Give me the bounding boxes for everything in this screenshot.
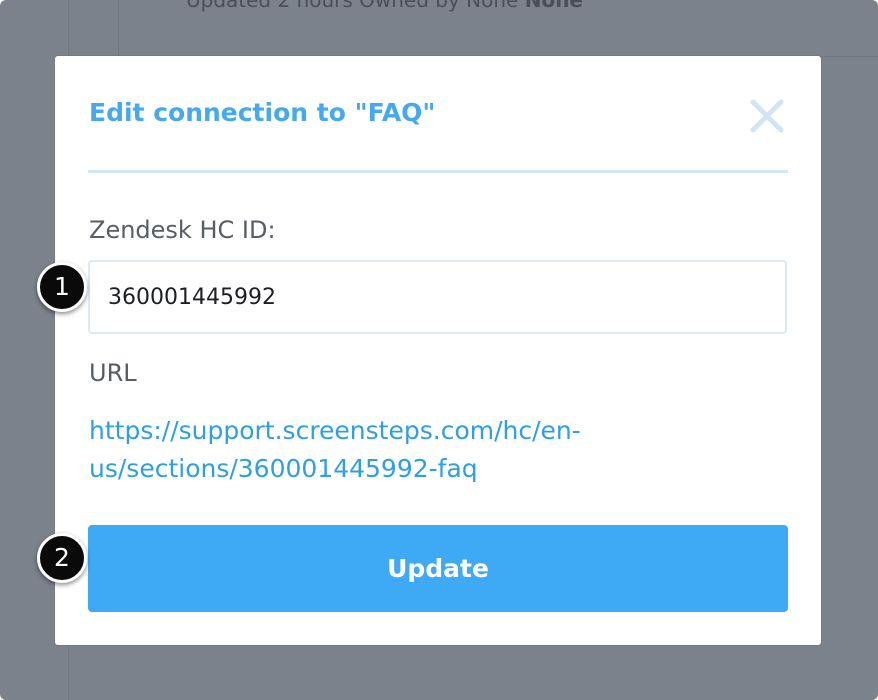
dialog-title: Edit connection to "FAQ": [89, 98, 436, 127]
url-label: URL: [89, 359, 137, 387]
background-divider: [118, 0, 119, 58]
background-meta-text: Updated 2 hours Owned by None None: [186, 0, 583, 12]
url-line-1: https://support.screensteps.com/hc/en-: [89, 416, 581, 445]
zendesk-hc-id-label: Zendesk HC ID:: [89, 216, 276, 244]
background-meta-owner: None: [524, 0, 583, 12]
close-x-icon: [750, 99, 784, 133]
close-button[interactable]: [747, 96, 787, 136]
title-divider: [88, 170, 788, 173]
update-button[interactable]: Update: [88, 525, 788, 612]
edit-connection-dialog: Edit connection to "FAQ" Zendesk HC ID: …: [55, 56, 821, 645]
section-url-link[interactable]: https://support.screensteps.com/hc/en-us…: [89, 412, 689, 488]
step-2-badge: 2: [37, 533, 87, 583]
background-meta-label: Updated 2 hours Owned by None: [186, 0, 519, 12]
step-1-badge: 1: [37, 262, 87, 312]
zendesk-hc-id-input[interactable]: [88, 260, 787, 334]
url-line-2: us/sections/360001445992-faq: [89, 454, 478, 483]
